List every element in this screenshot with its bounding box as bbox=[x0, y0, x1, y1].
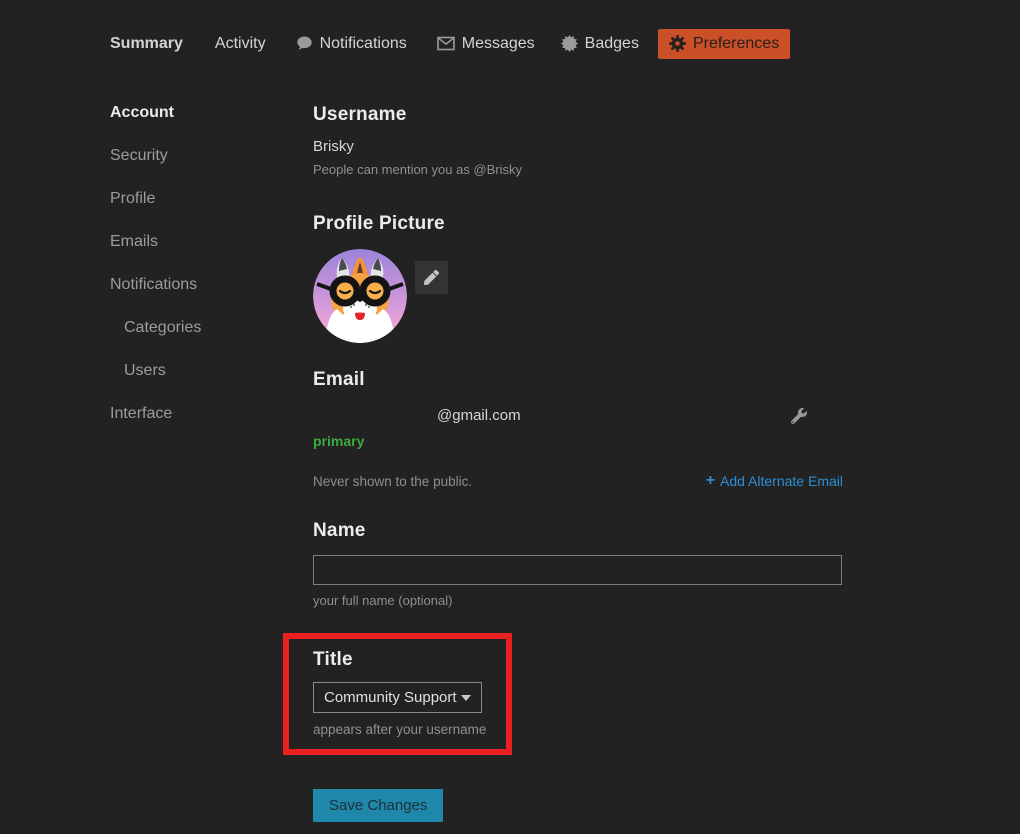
tab-label: Activity bbox=[215, 35, 266, 53]
tab-preferences[interactable]: Preferences bbox=[658, 29, 790, 59]
title-section: Title Community Support appears after yo… bbox=[313, 649, 506, 737]
username-value: Brisky bbox=[313, 138, 843, 155]
tab-badges[interactable]: Badges bbox=[561, 35, 639, 53]
name-section: Name your full name (optional) bbox=[313, 520, 843, 608]
sidebar-item-notifications[interactable]: Notifications bbox=[110, 276, 313, 294]
username-heading: Username bbox=[313, 104, 843, 126]
sidebar-item-users[interactable]: Users bbox=[124, 362, 313, 380]
tab-messages[interactable]: Messages bbox=[437, 35, 535, 53]
email-heading: Email bbox=[313, 369, 843, 391]
email-section: Email @gmail.com primary Never shown to … bbox=[313, 369, 843, 490]
sidebar-item-categories[interactable]: Categories bbox=[124, 319, 313, 337]
username-section: Username Brisky People can mention you a… bbox=[313, 104, 843, 177]
username-hint: People can mention you as @Brisky bbox=[313, 162, 843, 177]
email-hint: Never shown to the public. bbox=[313, 474, 472, 489]
save-changes-button[interactable]: Save Changes bbox=[313, 789, 443, 822]
name-heading: Name bbox=[313, 520, 843, 542]
name-hint: your full name (optional) bbox=[313, 593, 843, 608]
plus-icon: + bbox=[706, 472, 715, 490]
speech-bubble-icon bbox=[296, 35, 313, 52]
sidebar-item-profile[interactable]: Profile bbox=[110, 190, 313, 208]
sidebar-item-security[interactable]: Security bbox=[110, 147, 313, 165]
tab-label: Preferences bbox=[693, 35, 779, 53]
email-address: @gmail.com bbox=[437, 407, 521, 424]
title-dropdown[interactable]: Community Support bbox=[313, 682, 482, 713]
account-settings-panel: Username Brisky People can mention you a… bbox=[313, 104, 843, 822]
tab-summary[interactable]: Summary bbox=[110, 35, 183, 53]
add-alternate-email-link[interactable]: + Add Alternate Email bbox=[706, 472, 843, 490]
edit-avatar-button[interactable] bbox=[415, 261, 448, 294]
avatar-image bbox=[313, 249, 407, 343]
sidebar-item-account[interactable]: Account bbox=[110, 104, 313, 122]
tab-notifications[interactable]: Notifications bbox=[296, 35, 407, 53]
tab-label: Summary bbox=[110, 35, 183, 53]
profile-picture-section: Profile Picture bbox=[313, 213, 843, 343]
title-selected-option: Community Support bbox=[324, 689, 457, 706]
sidebar-item-interface[interactable]: Interface bbox=[110, 405, 313, 423]
tab-label: Notifications bbox=[320, 35, 407, 53]
add-alternate-email-label: Add Alternate Email bbox=[720, 473, 843, 489]
title-hint: appears after your username bbox=[313, 722, 506, 737]
sidebar-item-emails[interactable]: Emails bbox=[110, 233, 313, 251]
tab-activity[interactable]: Activity bbox=[215, 35, 266, 53]
primary-email-badge: primary bbox=[313, 433, 843, 449]
manage-email-button[interactable] bbox=[791, 408, 807, 424]
badge-seal-icon bbox=[561, 35, 578, 52]
title-heading: Title bbox=[313, 649, 506, 671]
profile-picture-heading: Profile Picture bbox=[313, 213, 843, 235]
wrench-icon bbox=[791, 408, 807, 424]
tab-label: Messages bbox=[462, 35, 535, 53]
gear-icon bbox=[669, 35, 686, 52]
pencil-icon bbox=[424, 270, 439, 285]
chevron-down-icon bbox=[461, 695, 471, 701]
tab-label: Badges bbox=[585, 35, 639, 53]
envelope-icon bbox=[437, 36, 455, 51]
avatar bbox=[313, 249, 407, 343]
user-nav: Summary Activity Notifications Messages … bbox=[110, 0, 1020, 59]
preferences-page: Account Security Profile Emails Notifica… bbox=[110, 104, 1020, 822]
full-name-input[interactable] bbox=[313, 555, 842, 585]
highlight-box: Title Community Support appears after yo… bbox=[283, 633, 512, 755]
